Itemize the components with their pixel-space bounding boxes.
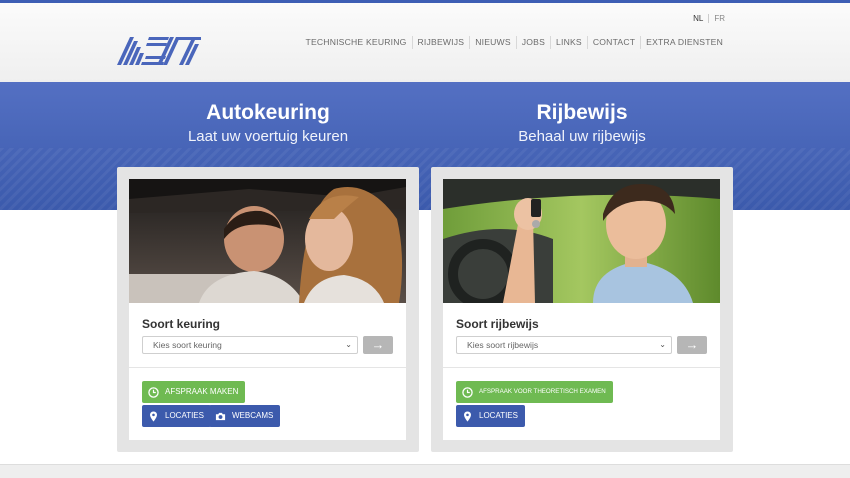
site-logo[interactable]	[117, 35, 201, 67]
language-switcher: NL FR	[688, 14, 730, 23]
divider	[129, 367, 406, 368]
nav-technische-keuring[interactable]: TECHNISCHE KEURING	[301, 36, 412, 49]
site-header: NL FR TECHNISCHE KEURING RIJBEWIJS NIEUW…	[0, 3, 850, 82]
webcams-button[interactable]: WEBCAMS	[209, 405, 281, 427]
afspraak-theoretisch-examen-button[interactable]: AFSPRAAK VOOR THEORETISCH EXAMEN	[456, 381, 613, 403]
autokeuring-card: Soort keuring Kies soort keuring ⌄ → AFS…	[129, 179, 406, 440]
clock-icon	[148, 386, 159, 398]
select-value: Kies soort rijbewijs	[467, 340, 539, 350]
map-pin-icon	[150, 410, 157, 422]
submit-arrow-button[interactable]: →	[677, 336, 707, 354]
lang-fr[interactable]: FR	[709, 14, 730, 23]
afspraak-maken-button[interactable]: AFSPRAAK MAKEN	[142, 381, 246, 403]
nav-nieuws[interactable]: NIEUWS	[469, 36, 516, 49]
divider	[443, 367, 720, 368]
soort-rijbewijs-select[interactable]: Kies soort rijbewijs ⌄	[456, 336, 672, 354]
button-label: WEBCAMS	[232, 411, 274, 420]
arrow-right-icon: →	[685, 337, 699, 352]
button-label: AFSPRAAK MAKEN	[165, 387, 239, 396]
select-value: Kies soort keuring	[153, 340, 222, 350]
nav-contact[interactable]: CONTACT	[586, 36, 640, 49]
rijbewijs-heading: Rijbewijs Behaal uw rijbewijs	[432, 100, 732, 147]
map-pin-icon	[464, 410, 471, 422]
rijbewijs-photo	[443, 179, 720, 303]
clock-icon	[462, 386, 473, 398]
select-label: Soort rijbewijs	[456, 317, 539, 331]
footer-strip	[0, 464, 850, 478]
locaties-button[interactable]: LOCATIES	[456, 405, 525, 427]
lang-nl[interactable]: NL	[688, 14, 710, 23]
camera-icon	[215, 412, 226, 420]
chevron-down-icon: ⌄	[345, 340, 352, 349]
button-label: LOCATIES	[165, 411, 204, 420]
rijbewijs-card: Soort rijbewijs Kies soort rijbewijs ⌄ →…	[443, 179, 720, 440]
submit-arrow-button[interactable]: →	[363, 336, 393, 354]
section-subtitle: Behaal uw rijbewijs	[518, 128, 646, 145]
nav-rijbewijs[interactable]: RIJBEWIJS	[411, 36, 470, 49]
chevron-down-icon: ⌄	[659, 340, 666, 349]
section-title: Autokeuring	[206, 101, 330, 124]
autokeuring-photo	[129, 179, 406, 303]
arrow-right-icon: →	[371, 337, 385, 352]
button-label: LOCATIES	[479, 411, 518, 420]
autokeuring-heading: Autokeuring Laat uw voertuig keuren	[118, 100, 418, 147]
rijbewijs-card-frame: Soort rijbewijs Kies soort rijbewijs ⌄ →…	[431, 167, 733, 452]
main-nav: TECHNISCHE KEURING RIJBEWIJS NIEUWS JOBS…	[301, 36, 729, 49]
soort-keuring-select[interactable]: Kies soort keuring ⌄	[142, 336, 358, 354]
section-title: Rijbewijs	[536, 101, 628, 124]
nav-jobs[interactable]: JOBS	[515, 36, 550, 49]
nav-extra-diensten[interactable]: EXTRA DIENSTEN	[640, 36, 728, 49]
select-label: Soort keuring	[142, 317, 221, 331]
button-label: AFSPRAAK VOOR THEORETISCH EXAMEN	[479, 388, 606, 395]
nav-links[interactable]: LINKS	[550, 36, 587, 49]
section-subtitle: Laat uw voertuig keuren	[187, 128, 349, 145]
locaties-button[interactable]: LOCATIES	[142, 405, 211, 427]
autokeuring-card-frame: Soort keuring Kies soort keuring ⌄ → AFS…	[117, 167, 419, 452]
